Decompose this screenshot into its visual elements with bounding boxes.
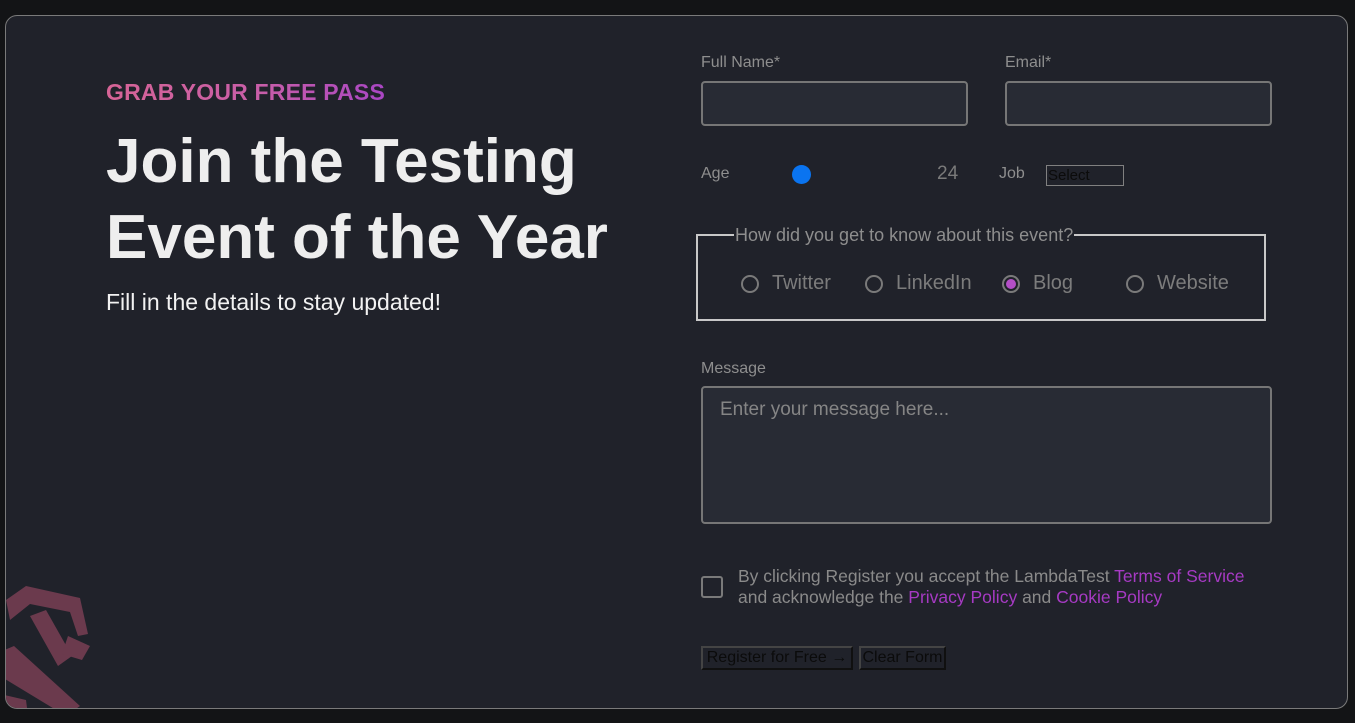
consent-text-1: By clicking Register you accept the Lamb… <box>738 566 1115 586</box>
age-value: 24 <box>937 163 959 184</box>
source-legend: How did you get to know about this event… <box>734 225 1075 246</box>
radio-circle[interactable] <box>741 274 759 293</box>
radio-circle-checked[interactable] <box>1002 274 1020 293</box>
job-label: Job <box>999 165 1025 182</box>
radio-circle[interactable] <box>865 274 883 293</box>
cookie-policy-link[interactable]: Cookie Policy <box>1056 587 1162 607</box>
consent-text: By clicking Register you accept the Lamb… <box>738 566 1278 608</box>
eyebrow-text: GRAB YOUR FREE PASS <box>106 79 385 105</box>
message-textarea[interactable] <box>701 386 1272 524</box>
privacy-policy-link[interactable]: Privacy Policy <box>908 587 1017 607</box>
radio-label: Blog <box>1033 272 1074 294</box>
consent-text-3: and <box>1017 587 1057 607</box>
radio-label: LinkedIn <box>896 272 972 294</box>
clear-form-button[interactable]: Clear Form <box>859 646 946 670</box>
consent-text-2: and acknowledge the <box>738 587 909 607</box>
message-label: Message <box>701 360 766 377</box>
age-slider[interactable] <box>786 150 916 184</box>
radio-circle[interactable] <box>1126 274 1144 293</box>
radio-blog[interactable]: Blog <box>1002 272 1073 295</box>
full-name-input[interactable] <box>701 81 968 126</box>
radio-label: Website <box>1157 272 1229 294</box>
radio-label: Twitter <box>772 272 831 294</box>
lambdatest-logo-icon <box>6 586 90 708</box>
radio-twitter[interactable]: Twitter <box>741 272 831 295</box>
age-slider-thumb[interactable] <box>792 165 811 184</box>
register-button[interactable]: Register for Free → <box>701 646 853 670</box>
email-label: Email* <box>1005 54 1052 71</box>
age-label: Age <box>701 165 730 182</box>
consent-checkbox[interactable] <box>701 576 723 598</box>
email-input[interactable] <box>1005 81 1272 126</box>
full-name-label: Full Name* <box>701 54 781 71</box>
job-select[interactable]: Select <box>1046 165 1124 186</box>
page-title: Join the Testing Event of the Year <box>106 127 608 272</box>
radio-linkedin[interactable]: LinkedIn <box>865 272 972 295</box>
subtitle: Fill in the details to stay updated! <box>106 289 441 315</box>
radio-website[interactable]: Website <box>1126 272 1229 295</box>
terms-of-service-link[interactable]: Terms of Service <box>1114 566 1244 586</box>
